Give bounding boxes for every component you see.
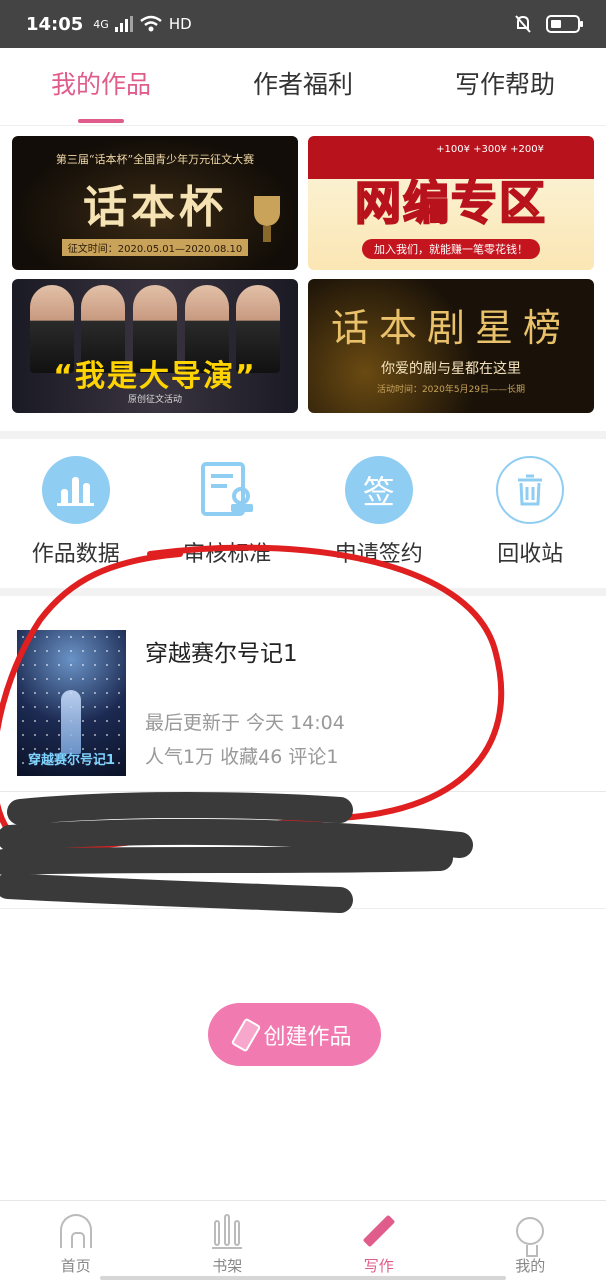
create-work-button[interactable]: 创建作品 <box>208 1003 381 1066</box>
banner-editor-zone-ribbon: 加入我们，就能赚一笔零花钱！ <box>362 239 540 259</box>
quick-actions: 作品数据 审核标准 签 申请签约 回收站 <box>0 440 606 588</box>
bookshelf-icon <box>207 1211 247 1251</box>
recycle-bin-button[interactable]: 回收站 <box>455 440 606 588</box>
hd-label: HD <box>168 15 192 33</box>
redacted-list-item[interactable] <box>0 793 606 909</box>
banner-editor-zone[interactable]: +100¥ +300¥ +200¥ 网编专区 加入我们，就能赚一笔零花钱！ <box>308 136 594 270</box>
pencil-icon <box>231 1017 262 1052</box>
nav-bookshelf-label: 书架 <box>212 1257 243 1275</box>
home-icon <box>56 1211 96 1251</box>
top-tab-bar: 我的作品 作者福利 写作帮助 <box>0 48 606 126</box>
sign-icon: 签 <box>344 456 413 524</box>
create-work-label: 创建作品 <box>263 1024 352 1050</box>
work-data-label: 作品数据 <box>31 542 120 567</box>
mute-icon <box>515 15 531 33</box>
work-list-item[interactable]: 穿越赛尔号记1 穿越赛尔号记1 最后更新于 今天 14:04 人气1万 收藏46… <box>0 596 606 792</box>
network-indicator: 4G HD <box>93 15 191 33</box>
banner-drama-star-date: 活动时间：2020年5月29日——长期 <box>376 385 526 395</box>
nav-home-label: 首页 <box>60 1257 91 1275</box>
review-standard-button[interactable]: 审核标准 <box>152 440 304 588</box>
banner-big-director-sub: 原创征文活动 <box>127 395 182 405</box>
bar-chart-icon <box>41 456 110 524</box>
apply-contract-label: 申请签约 <box>334 542 423 567</box>
apply-contract-button[interactable]: 签 申请签约 <box>303 440 455 588</box>
work-cover-title: 穿越赛尔号记1 <box>27 753 116 768</box>
recycle-bin-label: 回收站 <box>497 542 564 567</box>
banner-big-director[interactable]: “我是大导演” 原创征文活动 <box>12 279 298 413</box>
banner-huaben-cup-title: 话本杯 <box>83 181 227 233</box>
battery-icon <box>546 15 583 33</box>
network-type: 4G <box>93 17 109 31</box>
review-standard-label: 审核标准 <box>183 542 272 567</box>
banner-huaben-cup[interactable]: 第三届“话本杯”全国青少年万元征文大赛 话本杯 征文时间：2020.05.01—… <box>12 136 298 270</box>
section-divider <box>0 431 606 439</box>
banner-big-director-title: “我是大导演” <box>53 359 257 394</box>
bottom-nav: 首页 书架 写作 我的 <box>0 1200 606 1280</box>
banner-editor-zone-title: 网编专区 <box>354 175 547 231</box>
tab-author-benefits[interactable]: 作者福利 <box>202 48 404 125</box>
banner-huaben-cup-top: 第三届“话本杯”全国青少年万元征文大赛 <box>55 152 255 166</box>
home-indicator[interactable] <box>100 1276 506 1280</box>
banner-drama-star-sub: 你爱的剧与星都在这里 <box>381 361 521 377</box>
banner-grid: 第三届“话本杯”全国青少年万元征文大赛 话本杯 征文时间：2020.05.01—… <box>0 127 606 431</box>
work-last-update: 最后更新于 今天 14:04 <box>145 712 345 734</box>
work-data-button[interactable]: 作品数据 <box>0 440 152 588</box>
banner-editor-zone-bonus: +100¥ +300¥ +200¥ <box>436 144 544 155</box>
banner-drama-star-title: 话本剧星榜 <box>330 306 571 350</box>
banner-drama-star-list[interactable]: 话本剧星榜 你爱的剧与星都在这里 活动时间：2020年5月29日——长期 <box>308 279 594 413</box>
profile-icon <box>510 1211 550 1257</box>
status-bar: 14:05 4G HD <box>0 0 606 48</box>
nav-write[interactable]: 写作 <box>303 1201 455 1280</box>
nav-profile-label: 我的 <box>515 1257 546 1275</box>
nav-profile[interactable]: 我的 <box>455 1201 606 1280</box>
trash-icon <box>496 456 565 524</box>
tab-my-works[interactable]: 我的作品 <box>0 48 202 125</box>
work-stats: 人气1万 收藏46 评论1 <box>145 746 339 768</box>
section-divider <box>0 588 606 596</box>
work-title: 穿越赛尔号记1 <box>145 641 298 667</box>
tab-writing-help[interactable]: 写作帮助 <box>404 48 606 125</box>
document-stamp-icon <box>193 456 261 524</box>
nav-write-label: 写作 <box>363 1257 394 1275</box>
trophy-icon <box>254 196 280 242</box>
signal-icon <box>114 16 133 32</box>
status-time: 14:05 <box>26 13 84 35</box>
nav-bookshelf[interactable]: 书架 <box>152 1201 304 1280</box>
pen-icon <box>359 1211 399 1251</box>
banner-huaben-cup-date: 征文时间：2020.05.01—2020.08.10 <box>61 238 249 256</box>
wifi-icon <box>140 15 162 32</box>
work-cover-image: 穿越赛尔号记1 <box>17 630 126 776</box>
nav-home[interactable]: 首页 <box>0 1201 152 1280</box>
